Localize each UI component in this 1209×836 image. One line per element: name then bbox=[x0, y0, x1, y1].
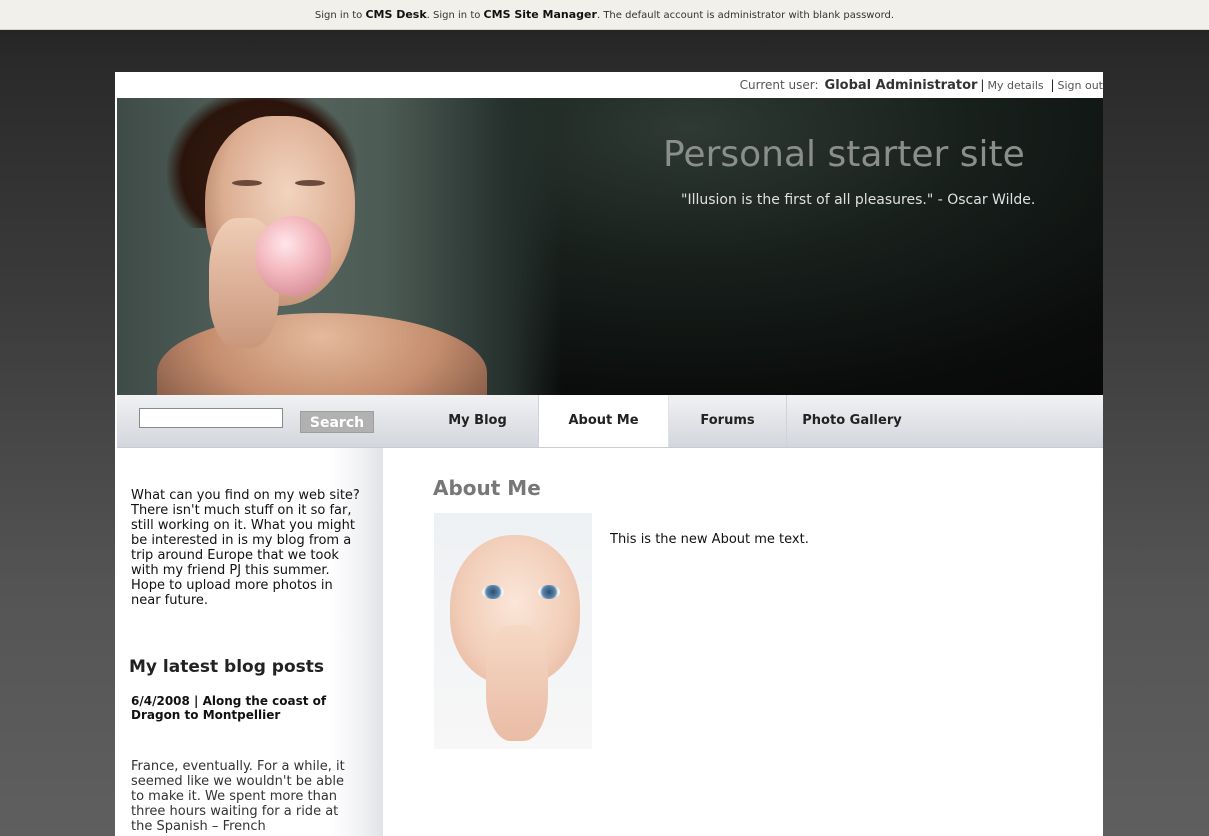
about-me-photo bbox=[434, 513, 592, 749]
current-user-name: Global Administrator bbox=[824, 78, 978, 93]
user-bar: Current user: Global Administrator | My det… bbox=[740, 72, 1103, 98]
my-details-link[interactable]: My details bbox=[987, 79, 1043, 92]
cms-admin-bar: Sign in to CMS Desk. Sign in to CMS Site… bbox=[0, 0, 1209, 30]
sign-in-text-1: Sign in to bbox=[314, 10, 363, 21]
sign-in-text-2: Sign in to bbox=[433, 10, 481, 21]
search-button[interactable]: Search bbox=[300, 411, 374, 433]
header-banner: Personal starter site "Illusion is the f… bbox=[117, 98, 1103, 395]
separator: | bbox=[1046, 78, 1055, 92]
site-title: Personal starter site bbox=[663, 134, 1025, 175]
page-title: About Me bbox=[433, 476, 541, 500]
search-input[interactable] bbox=[139, 408, 283, 428]
sidebar: What can you find on my web site? There … bbox=[117, 448, 383, 836]
separator: | bbox=[980, 78, 985, 92]
header-photo bbox=[117, 98, 562, 395]
latest-posts-heading: My latest blog posts bbox=[129, 657, 325, 677]
sidebar-intro: What can you find on my web site? There … bbox=[131, 488, 360, 608]
main-content: About Me This is the new About me text. bbox=[383, 448, 1103, 836]
menu-item-photo-gallery[interactable]: Photo Gallery bbox=[787, 395, 917, 447]
blog-post-excerpt: France, eventually. For a while, it seem… bbox=[131, 759, 345, 834]
main-menu: My Blog About Me Forums Photo Gallery bbox=[417, 395, 917, 447]
site-page: Current user: Global Administrator | My det… bbox=[115, 72, 1103, 836]
cms-site-manager-link[interactable]: CMS Site Manager bbox=[484, 8, 597, 21]
about-me-text: This is the new About me text. bbox=[610, 532, 809, 547]
blog-post-title-link[interactable]: 6/4/2008 | Along the coast of Dragon to … bbox=[131, 694, 363, 722]
sign-out-link[interactable]: Sign out bbox=[1057, 79, 1103, 92]
cms-desk-link[interactable]: CMS Desk bbox=[365, 8, 426, 21]
menu-item-my-blog[interactable]: My Blog bbox=[417, 395, 539, 447]
default-account-note: The default account is administrator wit… bbox=[603, 10, 895, 21]
site-quote: "Illusion is the first of all pleasures.… bbox=[681, 192, 1036, 208]
nav-bar: Search My Blog About Me Forums Photo Gal… bbox=[117, 395, 1103, 448]
current-user-label: Current user: bbox=[739, 78, 819, 92]
bubble-gum bbox=[255, 216, 331, 296]
menu-item-about-me[interactable]: About Me bbox=[539, 395, 669, 447]
menu-item-forums[interactable]: Forums bbox=[669, 395, 787, 447]
